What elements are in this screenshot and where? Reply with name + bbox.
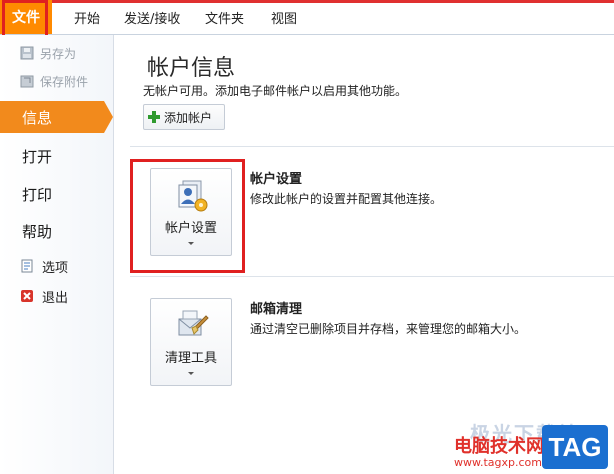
sidebar-item-open[interactable]: 打开 — [0, 140, 113, 172]
cleanup-tools-icon — [175, 307, 209, 341]
account-settings-description: 修改此帐户的设置并配置其他连接。 — [250, 192, 443, 206]
mailbox-cleanup-description: 通过清空已删除项目并存档，来管理您的邮箱大小。 — [250, 322, 527, 336]
sidebar-item-label: 信息 — [22, 108, 53, 127]
backstage-sidebar: 另存为 保存附件 信息 打开 打印 帮助 选项 退出 — [0, 35, 114, 474]
sidebar-item-label: 打开 — [22, 147, 53, 166]
cleanup-tools-button-label: 清理工具 — [164, 351, 217, 366]
section-divider — [130, 276, 614, 277]
add-account-label: 添加帐户 — [164, 110, 213, 125]
watermark-badge: TAG — [542, 425, 608, 469]
exit-icon — [20, 289, 34, 303]
sidebar-item-label: 选项 — [42, 260, 69, 276]
sidebar-item-label: 另存为 — [40, 46, 77, 61]
section-divider — [130, 146, 614, 147]
active-item-arrow — [104, 101, 113, 133]
watermark-url: www.tagxp.com — [454, 456, 542, 469]
sidebar-item-exit[interactable]: 退出 — [20, 286, 68, 306]
cleanup-tools-button[interactable]: 清理工具 — [150, 298, 232, 386]
sidebar-item-options[interactable]: 选项 — [20, 256, 68, 276]
sidebar-item-save-attachments[interactable]: 保存附件 — [20, 71, 88, 91]
mailbox-cleanup-heading: 邮箱清理 — [250, 302, 303, 317]
page-subtitle: 无帐户可用。添加电子邮件帐户以启用其他功能。 — [143, 84, 408, 98]
options-icon — [20, 259, 34, 273]
tab-view[interactable]: 视图 — [271, 0, 297, 34]
sidebar-item-label: 打印 — [22, 185, 53, 204]
save-as-icon — [20, 46, 34, 60]
sidebar-item-help[interactable]: 帮助 — [0, 215, 113, 247]
sidebar-item-label: 保存附件 — [40, 74, 89, 89]
sidebar-item-label: 帮助 — [22, 222, 53, 241]
chevron-down-icon — [188, 242, 194, 245]
ribbon-tab-bar: 文件 开始 发送/接收 文件夹 视图 — [0, 0, 614, 35]
sidebar-item-print[interactable]: 打印 — [0, 178, 113, 210]
account-settings-button-label: 帐户设置 — [164, 221, 217, 236]
chevron-down-icon — [188, 372, 194, 375]
account-settings-icon — [175, 179, 209, 213]
sidebar-item-save-as[interactable]: 另存为 — [20, 43, 76, 63]
page-title: 帐户信息 — [147, 56, 236, 81]
save-attachments-icon — [20, 74, 34, 88]
tab-send-receive[interactable]: 发送/接收 — [124, 0, 180, 34]
tab-folder[interactable]: 文件夹 — [205, 0, 244, 34]
sidebar-item-label: 退出 — [42, 290, 69, 306]
account-settings-heading: 帐户设置 — [250, 172, 303, 187]
tab-home[interactable]: 开始 — [74, 0, 100, 34]
tab-file[interactable]: 文件 — [0, 0, 52, 34]
sidebar-item-info[interactable]: 信息 — [0, 101, 104, 133]
watermark-text: 电脑技术网 — [454, 436, 544, 457]
plus-icon — [148, 111, 160, 123]
add-account-button[interactable]: 添加帐户 — [143, 104, 225, 130]
account-settings-button[interactable]: 帐户设置 — [150, 168, 232, 256]
